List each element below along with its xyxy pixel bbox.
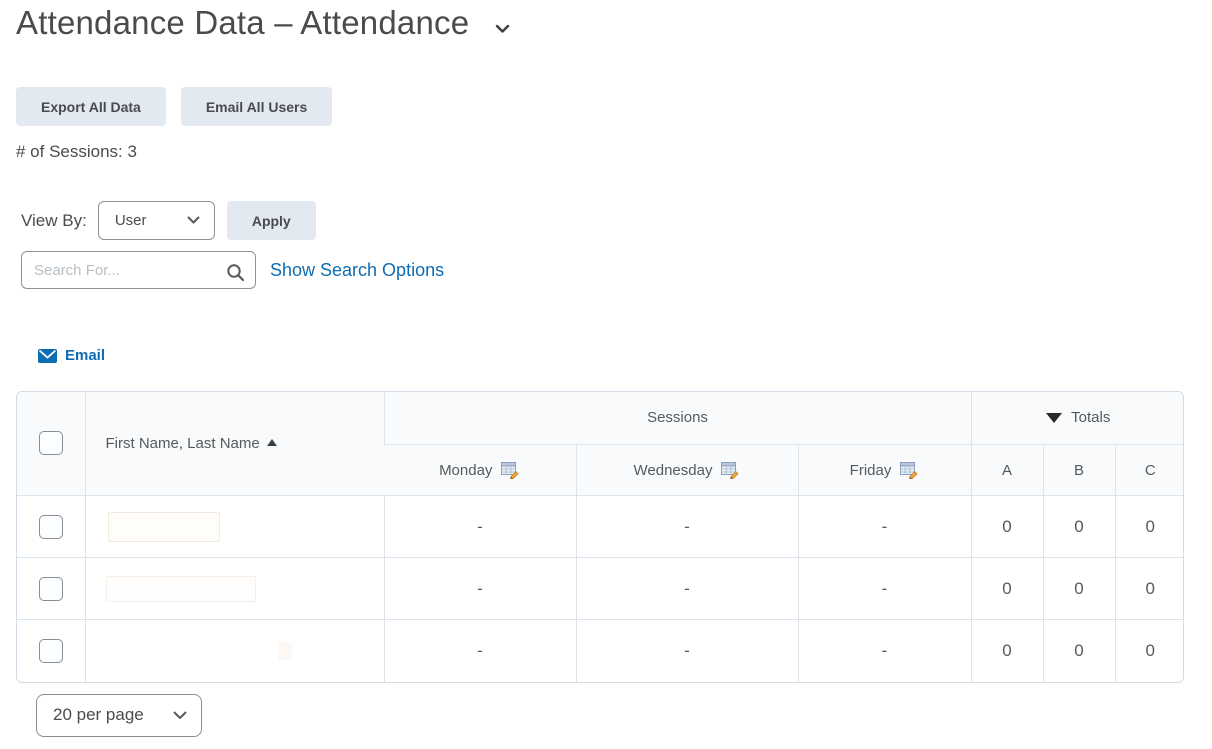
- row-select-cell: [17, 496, 85, 558]
- total-value-cell: 0: [1043, 558, 1115, 620]
- view-by-selected-value: User: [115, 212, 147, 229]
- attendance-sheet-icon[interactable]: [501, 462, 520, 479]
- user-name-cell: [85, 620, 384, 682]
- page-title: Attendance Data – Attendance: [16, 4, 469, 42]
- table-row: - - - 0 0 0: [17, 496, 1184, 558]
- row-select-cell: [17, 620, 85, 682]
- session-value-cell: -: [384, 620, 576, 682]
- session-column-monday: Monday: [384, 445, 576, 496]
- user-name-cell: [85, 496, 384, 558]
- total-value-cell: 0: [971, 496, 1043, 558]
- email-link[interactable]: Email: [38, 347, 105, 364]
- row-checkbox[interactable]: [39, 515, 63, 539]
- export-all-data-button[interactable]: Export All Data: [16, 87, 166, 126]
- session-value-cell: -: [576, 496, 798, 558]
- total-column-a: A: [971, 445, 1043, 496]
- total-value-cell: 0: [971, 558, 1043, 620]
- table-row: - - - 0 0 0: [17, 620, 1184, 682]
- totals-group-header: Totals: [971, 392, 1184, 445]
- page-header: Attendance Data – Attendance: [16, 4, 1184, 42]
- name-column-header[interactable]: First Name, Last Name: [85, 392, 384, 496]
- sessions-header-label: Sessions: [647, 409, 708, 426]
- attendance-sheet-icon[interactable]: [900, 462, 919, 479]
- per-page-value: 20 per page: [53, 705, 144, 725]
- email-icon: [38, 349, 57, 363]
- user-name-cell: [85, 558, 384, 620]
- attendance-table: First Name, Last Name Sessions Totals: [16, 391, 1184, 683]
- email-row: Email: [38, 347, 1184, 368]
- chevron-down-icon: [173, 711, 187, 720]
- apply-button[interactable]: Apply: [227, 201, 316, 240]
- total-value-cell: 0: [1115, 620, 1184, 682]
- total-value-cell: 0: [1115, 558, 1184, 620]
- total-value-cell: 0: [1043, 496, 1115, 558]
- per-page-select[interactable]: 20 per page: [36, 694, 202, 737]
- totals-header-label: Totals: [1071, 409, 1110, 426]
- redacted-name: [278, 642, 292, 660]
- session-value-cell: -: [576, 620, 798, 682]
- chevron-down-icon: [187, 216, 200, 225]
- sessions-group-header: Sessions: [384, 392, 971, 445]
- search-input[interactable]: [22, 262, 222, 279]
- session-value-cell: -: [798, 620, 971, 682]
- redacted-name: [106, 576, 256, 602]
- email-all-users-button[interactable]: Email All Users: [181, 87, 332, 126]
- view-by-select[interactable]: User: [98, 201, 215, 240]
- show-search-options-link[interactable]: Show Search Options: [270, 260, 444, 281]
- total-column-b: B: [1043, 445, 1115, 496]
- attendance-sheet-icon[interactable]: [721, 462, 740, 479]
- page-title-dropdown-icon[interactable]: [493, 22, 512, 36]
- search-box: [21, 251, 256, 289]
- row-checkbox[interactable]: [39, 639, 63, 663]
- session-column-label: Wednesday: [634, 462, 713, 479]
- session-column-friday: Friday: [798, 445, 971, 496]
- search-icon[interactable]: [222, 259, 255, 282]
- session-column-label: Friday: [850, 462, 892, 479]
- table-row: - - - 0 0 0: [17, 558, 1184, 620]
- session-value-cell: -: [798, 558, 971, 620]
- toolbar: Export All Data Email All Users: [16, 87, 1184, 126]
- sessions-count-label: # of Sessions: 3: [16, 142, 1184, 162]
- row-checkbox[interactable]: [39, 577, 63, 601]
- view-by-label: View By:: [21, 211, 87, 231]
- select-all-cell: [17, 392, 85, 496]
- attendance-data-page: Attendance Data – Attendance Export All …: [0, 0, 1200, 749]
- name-header-label: First Name, Last Name: [106, 435, 260, 452]
- total-value-cell: 0: [1043, 620, 1115, 682]
- select-all-checkbox[interactable]: [39, 431, 63, 455]
- redacted-name: [108, 512, 220, 542]
- session-column-wednesday: Wednesday: [576, 445, 798, 496]
- row-select-cell: [17, 558, 85, 620]
- total-value-cell: 0: [1115, 496, 1184, 558]
- total-column-c: C: [1115, 445, 1184, 496]
- session-value-cell: -: [576, 558, 798, 620]
- sort-ascending-icon: [267, 439, 277, 446]
- pager-row: 20 per page: [36, 694, 1184, 737]
- total-value-cell: 0: [971, 620, 1043, 682]
- session-value-cell: -: [384, 496, 576, 558]
- view-by-row: View By: User Apply: [21, 201, 1184, 240]
- email-link-label: Email: [65, 347, 105, 364]
- totals-collapse-icon[interactable]: [1046, 413, 1062, 423]
- session-column-label: Monday: [439, 462, 492, 479]
- session-value-cell: -: [798, 496, 971, 558]
- session-value-cell: -: [384, 558, 576, 620]
- search-row: Show Search Options: [21, 251, 1184, 289]
